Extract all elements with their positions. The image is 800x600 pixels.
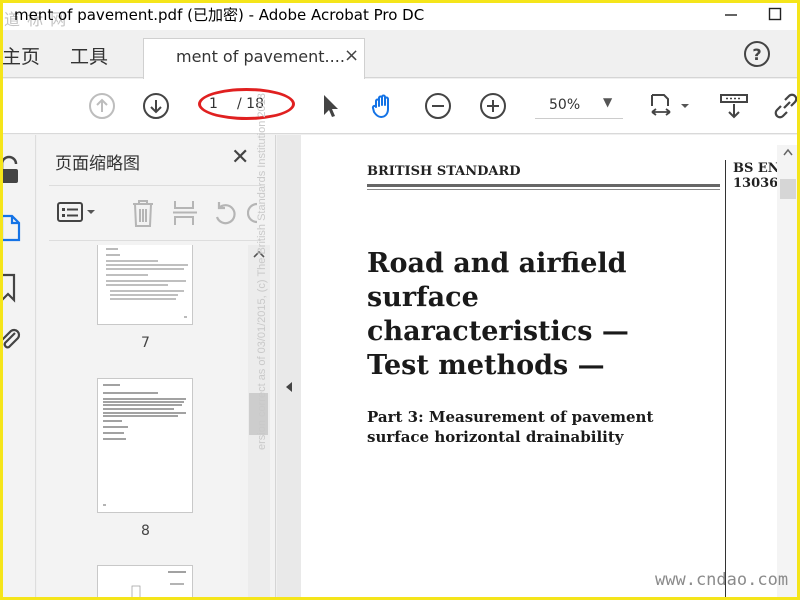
page-thumbnail-preview <box>103 384 186 506</box>
header-rule <box>367 184 720 187</box>
document-tab-close-icon[interactable]: × <box>344 45 359 66</box>
maximize-button[interactable] <box>754 0 796 28</box>
left-navigation-rail <box>0 135 36 600</box>
document-tab-label: ment of pavement.... <box>176 47 345 66</box>
watermark-bottom: www.cndao.com <box>655 570 789 590</box>
zoom-value: 50% <box>549 97 581 113</box>
bookmark-icon[interactable] <box>0 273 24 303</box>
minimize-icon <box>725 14 737 16</box>
tab-bar: 主页 工具 ment of pavement.... × ? <box>0 30 800 79</box>
scroll-mode-icon[interactable] <box>718 92 750 120</box>
document-scrollbar[interactable] <box>777 145 799 600</box>
zoom-in-icon[interactable] <box>479 92 507 120</box>
next-page-icon[interactable] <box>142 92 170 120</box>
attachment-icon[interactable] <box>0 327 24 357</box>
document-view[interactable]: BRITISH STANDARD BS EN 13036- Road and a… <box>301 135 800 600</box>
maximize-icon <box>768 7 782 21</box>
document-header: BRITISH STANDARD <box>367 164 521 179</box>
thumbnail-panel: 页面缩略图 ✕ 7 8 <box>37 135 276 600</box>
document-tab[interactable]: ment of pavement.... × <box>143 38 365 79</box>
zoom-out-icon[interactable] <box>424 92 452 120</box>
previous-page-icon[interactable] <box>88 92 116 120</box>
document-subtitle: Part 3: Measurement of pavement surface … <box>367 408 654 446</box>
page-divider <box>725 160 726 600</box>
page-thumbnail-preview <box>102 571 186 599</box>
thumbnail-page-number: 8 <box>141 523 150 539</box>
title-bar: 道 标 网 ment of pavement.pdf (已加密) - Adobe… <box>0 0 800 30</box>
panel-collapse-strip[interactable] <box>277 135 301 600</box>
tab-home[interactable]: 主页 <box>2 42 40 69</box>
chevron-down-icon: ▼ <box>603 95 613 109</box>
page-thumbnail-preview <box>106 248 188 318</box>
page-thumbnails-icon[interactable] <box>0 213 24 243</box>
extract-page-icon[interactable] <box>171 198 199 228</box>
scroll-up-icon[interactable] <box>782 147 794 157</box>
document-title: Road and airfield surface characteristic… <box>367 248 629 381</box>
side-copyright-text: ersion correct as of 03/01/2015, (c) The… <box>256 93 268 450</box>
page-thumbnail[interactable] <box>97 378 193 513</box>
panel-close-icon[interactable]: ✕ <box>231 145 249 170</box>
minimize-button[interactable] <box>710 0 752 28</box>
select-cursor-icon[interactable] <box>316 92 344 120</box>
options-menu-icon[interactable] <box>57 200 97 226</box>
help-icon[interactable]: ? <box>744 41 770 67</box>
collapse-arrow-icon[interactable] <box>284 380 294 394</box>
annotation-ellipse <box>198 88 295 120</box>
window-title: ment of pavement.pdf (已加密) - Adobe Acrob… <box>14 6 425 24</box>
tab-tools[interactable]: 工具 <box>70 42 108 69</box>
scrollbar-thumb[interactable] <box>780 179 796 199</box>
hand-tool-icon[interactable] <box>369 92 397 120</box>
panel-title: 页面缩略图 <box>55 154 140 174</box>
toolbar: 1 / 18 50% ▼ <box>0 79 800 134</box>
thumbnail-page-number: 7 <box>141 335 150 351</box>
zoom-dropdown[interactable]: 50% ▼ <box>535 93 623 119</box>
rotate-icon[interactable] <box>211 198 239 228</box>
page-thumbnail[interactable] <box>97 565 193 600</box>
panel-toolbar <box>49 185 261 241</box>
fit-page-icon[interactable] <box>648 92 694 120</box>
page-thumbnail[interactable] <box>97 245 193 325</box>
lock-icon[interactable] <box>0 155 24 185</box>
delete-page-icon[interactable] <box>129 198 157 228</box>
link-icon[interactable] <box>772 92 800 120</box>
header-rule-thin <box>367 189 720 190</box>
